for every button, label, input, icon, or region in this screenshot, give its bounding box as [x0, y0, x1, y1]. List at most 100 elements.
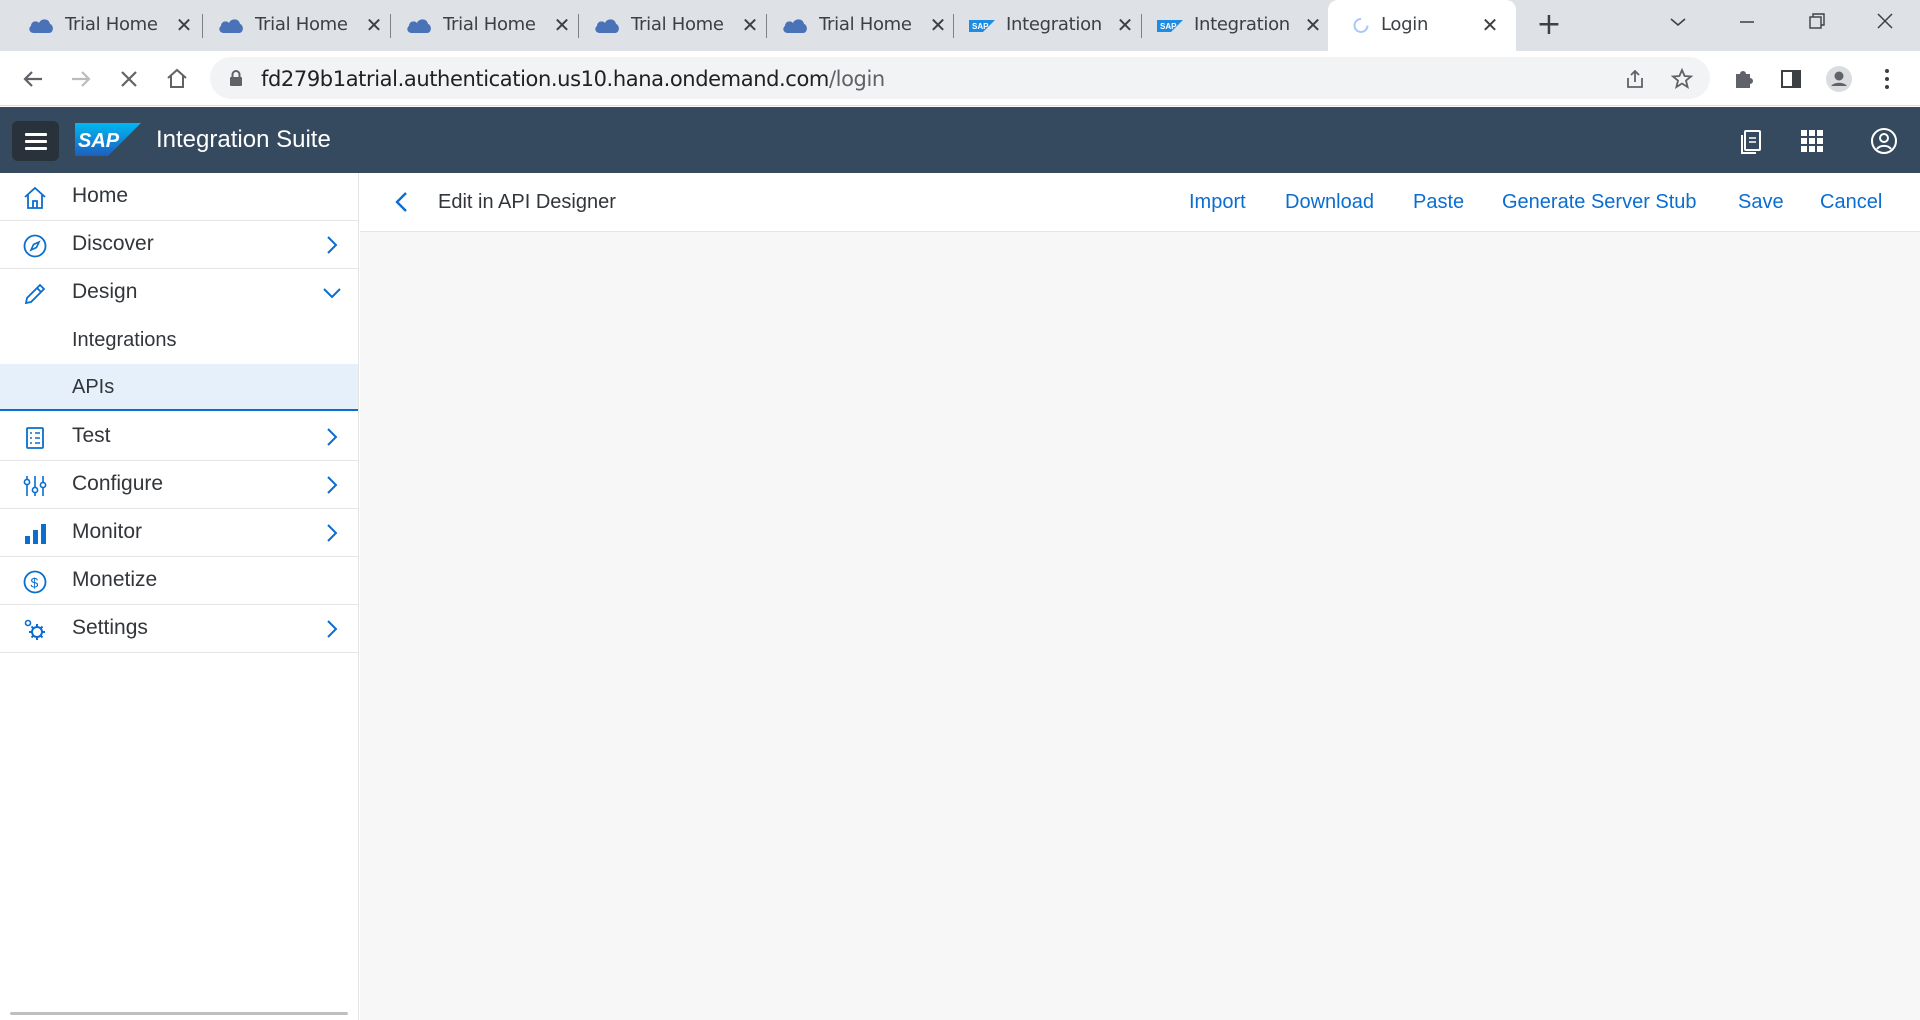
- cloud-icon: [219, 19, 243, 33]
- tab-close-button[interactable]: ✕: [172, 13, 196, 37]
- home-icon[interactable]: [162, 64, 192, 94]
- editor-canvas[interactable]: [360, 233, 1920, 1020]
- nav-item-test[interactable]: Test: [0, 413, 358, 461]
- tab-title: Integration: [1194, 14, 1290, 35]
- close-window-icon[interactable]: [1867, 8, 1903, 38]
- browser-tab[interactable]: Trial Home ✕: [766, 0, 946, 51]
- tab-close-button[interactable]: ✕: [926, 13, 950, 37]
- lock-icon[interactable]: [229, 70, 243, 86]
- chevron-down-icon: [323, 288, 341, 299]
- tab-title: Trial Home: [819, 14, 912, 35]
- side-panel-icon[interactable]: [1776, 64, 1806, 94]
- cloud-icon: [595, 19, 619, 33]
- menu-line: [25, 147, 47, 150]
- extensions-icon[interactable]: [1728, 64, 1758, 94]
- browser-toolbar: fd279b1atrial.authentication.us10.hana.o…: [0, 51, 1920, 106]
- horizontal-scrollbar[interactable]: [10, 1012, 348, 1015]
- save-button[interactable]: Save: [1738, 191, 1784, 214]
- tab-close-button[interactable]: ✕: [1301, 13, 1325, 37]
- svg-text:$: $: [31, 575, 39, 591]
- chevron-right-icon: [327, 620, 338, 638]
- import-button[interactable]: Import: [1189, 191, 1246, 214]
- browser-tab-strip: Trial Home ✕ Trial Home ✕ Trial Home ✕ T…: [0, 0, 1920, 51]
- browser-menu-icon[interactable]: [1872, 64, 1902, 94]
- menu-line: [25, 133, 47, 136]
- tab-close-button[interactable]: ✕: [550, 13, 574, 37]
- nav-item-label: Test: [72, 424, 111, 447]
- tab-close-button[interactable]: ✕: [362, 13, 386, 37]
- address-bar[interactable]: fd279b1atrial.authentication.us10.hana.o…: [210, 57, 1710, 99]
- back-arrow-icon[interactable]: [18, 64, 48, 94]
- sub-item-apis[interactable]: APIs: [0, 364, 358, 411]
- checklist-icon: [26, 427, 44, 449]
- home-icon: [24, 186, 46, 209]
- svg-text:SAP: SAP: [78, 130, 120, 152]
- loading-spinner-icon: [1353, 18, 1369, 33]
- nav-item-settings[interactable]: Settings: [0, 605, 358, 653]
- nav-item-configure[interactable]: Configure: [0, 461, 358, 509]
- url-text: fd279b1atrial.authentication.us10.hana.o…: [261, 67, 885, 91]
- nav-item-monetize[interactable]: $ Monetize: [0, 557, 358, 605]
- cloud-icon: [29, 19, 53, 33]
- nav-item-label: Settings: [72, 616, 148, 639]
- pencil-icon: [24, 283, 46, 305]
- browser-tab[interactable]: Trial Home ✕: [390, 0, 570, 51]
- notes-icon[interactable]: [1738, 127, 1766, 155]
- browser-tab[interactable]: Trial Home ✕: [578, 0, 758, 51]
- browser-tab[interactable]: SAP Integration ✕: [953, 0, 1133, 51]
- shell-bar: SAP Integration Suite: [0, 107, 1920, 173]
- browser-tab[interactable]: SAP Integration ✕: [1141, 0, 1321, 51]
- side-navigation: Home Discover Design Integrations APIs T…: [0, 173, 359, 1020]
- tab-close-button[interactable]: ✕: [738, 13, 762, 37]
- chevron-right-icon: [327, 236, 338, 254]
- stop-loading-icon[interactable]: [114, 64, 144, 94]
- nav-item-label: Configure: [72, 472, 164, 495]
- tab-close-button[interactable]: ✕: [1113, 13, 1137, 37]
- nav-item-home[interactable]: Home: [0, 173, 358, 221]
- tab-search-icon[interactable]: [1660, 8, 1696, 38]
- nav-item-label: Discover: [72, 232, 154, 255]
- page-title: Edit in API Designer: [438, 191, 616, 213]
- app-title[interactable]: Integration Suite: [156, 126, 331, 154]
- chevron-right-icon: [327, 428, 338, 446]
- minimize-icon[interactable]: [1729, 8, 1765, 38]
- sub-item-label: APIs: [72, 376, 115, 398]
- cloud-icon: [783, 19, 807, 33]
- paste-button[interactable]: Paste: [1413, 191, 1464, 214]
- restore-icon[interactable]: [1798, 8, 1834, 38]
- sub-item-integrations[interactable]: Integrations: [0, 317, 358, 364]
- nav-item-discover[interactable]: Discover: [0, 221, 358, 269]
- nav-item-label: Monitor: [72, 520, 143, 543]
- nav-item-label: Home: [72, 184, 129, 207]
- forward-arrow-icon[interactable]: [66, 64, 96, 94]
- dollar-icon: $: [23, 570, 47, 594]
- nav-item-monitor[interactable]: Monitor: [0, 509, 358, 557]
- cloud-icon: [407, 19, 431, 33]
- tab-title: Integration: [1006, 14, 1102, 35]
- product-switch-icon[interactable]: [1798, 127, 1826, 155]
- page-header: Edit in API Designer Import Download Pas…: [360, 173, 1920, 232]
- tab-title: Trial Home: [255, 14, 348, 35]
- sap-icon: SAP: [969, 20, 995, 32]
- bar-chart-icon: [25, 524, 46, 544]
- hamburger-menu-button[interactable]: [12, 121, 59, 161]
- sap-logo[interactable]: SAP: [75, 123, 141, 156]
- bookmark-star-icon[interactable]: [1670, 67, 1694, 91]
- share-icon[interactable]: [1623, 67, 1647, 91]
- svg-text:SAP: SAP: [972, 22, 989, 31]
- svg-text:SAP: SAP: [1160, 22, 1177, 31]
- browser-tab[interactable]: Trial Home ✕: [202, 0, 382, 51]
- browser-tab[interactable]: Trial Home ✕: [12, 0, 192, 51]
- profile-avatar-icon[interactable]: [1824, 64, 1854, 94]
- generate-server-stub-button[interactable]: Generate Server Stub: [1502, 191, 1697, 214]
- gears-icon: [24, 619, 45, 640]
- browser-tab-active[interactable]: Login ✕: [1328, 0, 1516, 51]
- new-tab-button[interactable]: +: [1533, 10, 1565, 42]
- cancel-button[interactable]: Cancel: [1820, 191, 1882, 214]
- user-account-icon[interactable]: [1870, 127, 1898, 155]
- tab-close-button[interactable]: ✕: [1478, 13, 1502, 37]
- download-button[interactable]: Download: [1285, 191, 1374, 214]
- nav-item-design[interactable]: Design: [0, 269, 358, 317]
- menu-line: [25, 140, 47, 143]
- back-chevron-icon[interactable]: [390, 190, 414, 214]
